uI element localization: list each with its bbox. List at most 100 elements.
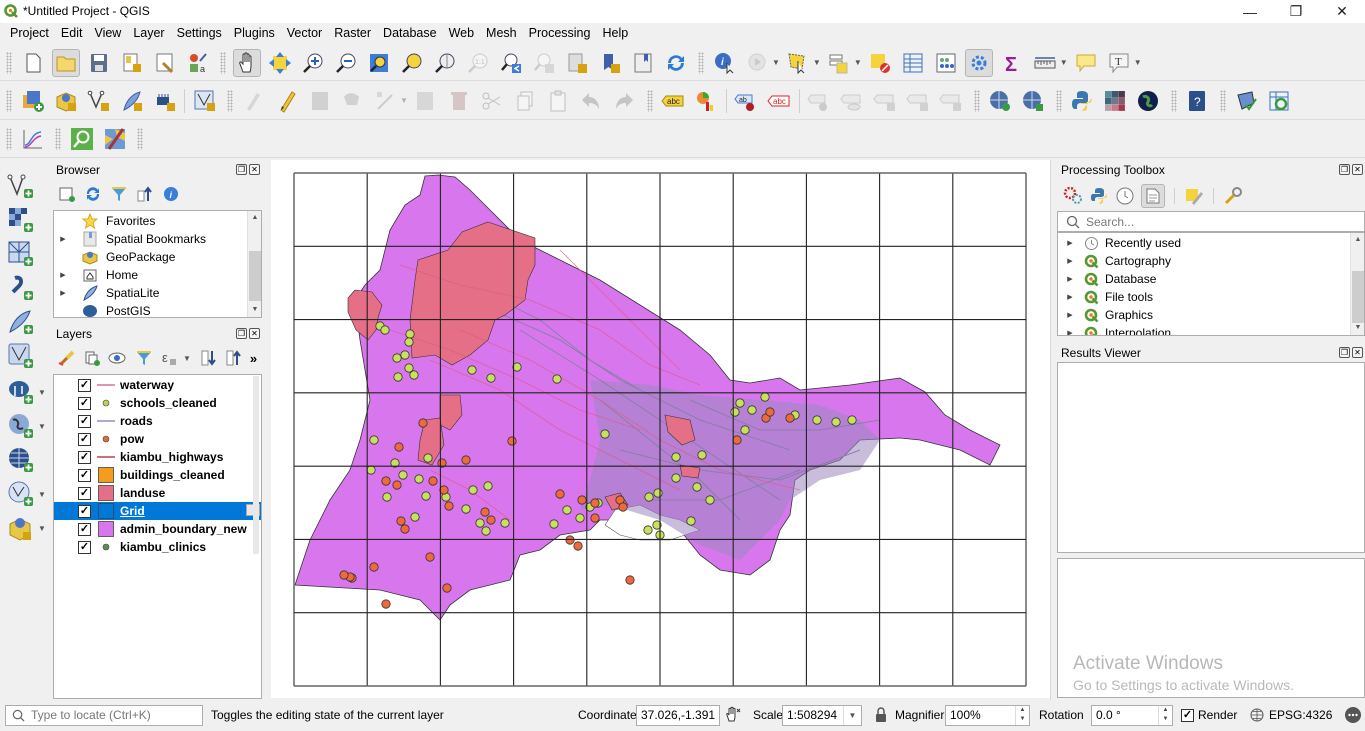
chevron-down-icon[interactable]: ▼ (38, 524, 46, 533)
copy-icon[interactable] (511, 87, 539, 115)
layer-item[interactable]: ✓ roads (54, 412, 261, 430)
add-geonode-layer-icon[interactable] (7, 514, 35, 542)
expand-arrow-icon[interactable]: ▶ (1065, 311, 1075, 319)
menu-processing[interactable]: Processing (523, 26, 597, 40)
toolbar-handle[interactable] (1219, 89, 1226, 112)
expand-arrow-icon[interactable]: ▶ (1065, 329, 1075, 335)
map-swipe-icon[interactable] (101, 125, 129, 153)
current-edits-icon[interactable] (240, 87, 268, 115)
profile-tool-icon[interactable] (19, 125, 47, 153)
save-project-icon[interactable] (85, 49, 113, 77)
add-wfs-icon[interactable] (1019, 87, 1047, 115)
add-wms-wmts-icon[interactable] (7, 412, 35, 440)
expand-all-icon[interactable] (200, 349, 218, 367)
close-panel-icon[interactable]: ✕ (1352, 347, 1363, 358)
table-refresh-icon[interactable] (1265, 87, 1293, 115)
layer-item[interactable]: ✓ pow (54, 430, 261, 448)
crs-button[interactable]: EPSG:4326 (1269, 708, 1332, 722)
modify-attributes-icon[interactable] (412, 87, 440, 115)
toolbar-handle[interactable] (6, 128, 12, 150)
results-viewer-toggle[interactable] (1141, 184, 1165, 208)
zoom-in-icon[interactable] (299, 49, 327, 77)
locator-input[interactable]: Type to locate (Ctrl+K) (5, 705, 203, 726)
map-tips-icon[interactable] (1072, 49, 1100, 77)
processing-provider-item[interactable]: ▶ Graphics (1058, 306, 1153, 324)
float-panel-icon[interactable]: ❐ (236, 164, 247, 175)
expand-arrow-icon[interactable]: ▶ (1065, 257, 1075, 265)
highlight-pin-labels-icon[interactable]: ab (732, 87, 760, 115)
point-symbol-icon[interactable] (97, 539, 115, 555)
layer-item[interactable]: ✓ kiambu_highways (54, 448, 261, 466)
browser-item-favorites[interactable]: Favorites (54, 212, 155, 230)
toolbar-handle[interactable] (698, 51, 704, 74)
crs-globe-icon[interactable] (1250, 708, 1264, 722)
chevron-down-icon[interactable]: ▼ (38, 422, 46, 431)
spin-arrows-icon[interactable]: ▲ ▼ (1158, 706, 1172, 725)
pan-icon[interactable] (232, 48, 261, 77)
paste-icon[interactable] (544, 87, 572, 115)
show-bookmarks-icon[interactable] (629, 49, 657, 77)
undo-icon[interactable] (577, 87, 605, 115)
add-xyz-layer-icon[interactable] (7, 446, 35, 474)
expand-arrow-icon[interactable]: ▶ (1065, 275, 1075, 283)
deselect-icon[interactable] (866, 49, 894, 77)
toggle-editing-icon[interactable] (273, 87, 301, 115)
zoom-native-icon[interactable]: 1:1 (464, 49, 492, 77)
layer-visibility-checkbox[interactable]: ✓ (78, 540, 91, 554)
move-label-icon[interactable] (871, 87, 899, 115)
toolbar-handle[interactable] (220, 51, 226, 74)
measure-icon[interactable] (1031, 49, 1059, 77)
layer-item[interactable]: ✓ Grid (54, 502, 261, 520)
chevron-down-icon[interactable]: ▼ (38, 388, 46, 397)
zoom-to-layer-icon[interactable] (431, 49, 459, 77)
toolbar-handle[interactable] (6, 89, 12, 112)
models-gear-icon[interactable] (1063, 186, 1083, 206)
new-shapefile-icon[interactable] (85, 87, 113, 115)
python-console-icon[interactable] (1068, 87, 1096, 115)
select-features-icon[interactable] (784, 49, 812, 77)
layer-item[interactable]: ✓ kiambu_clinics (54, 538, 261, 556)
zoom-out-icon[interactable] (332, 49, 360, 77)
expand-arrow-icon[interactable]: ▶ (58, 271, 68, 279)
add-postgis-layer-icon[interactable] (7, 378, 35, 406)
processing-provider-item[interactable]: ▶ Interpolation (1058, 324, 1171, 335)
zoom-last-icon[interactable] (497, 49, 525, 77)
layout-manager-icon[interactable] (151, 49, 179, 77)
layer-item[interactable]: ✓ waterway (54, 376, 261, 394)
attribute-table-icon[interactable] (899, 49, 927, 77)
chevron-down-icon[interactable]: ▼ (772, 58, 780, 67)
processing-provider-item[interactable]: ▶ File tools (1058, 288, 1153, 306)
zoom-to-selection-icon[interactable] (398, 49, 426, 77)
toolbar-handle[interactable] (227, 89, 233, 112)
close-panel-icon[interactable]: ✕ (249, 328, 260, 339)
add-raster-layer-icon[interactable] (7, 206, 35, 234)
map-rendering[interactable] (271, 160, 1050, 698)
processing-search-input[interactable]: Search... (1057, 211, 1365, 232)
redo-icon[interactable] (610, 87, 638, 115)
vertex-tool-icon[interactable] (372, 87, 400, 115)
edit-features-in-place-icon[interactable] (1184, 186, 1204, 206)
scrollbar-thumb[interactable] (1352, 271, 1364, 323)
toolbar-handle[interactable] (6, 51, 12, 74)
menu-plugins[interactable]: Plugins (228, 26, 281, 40)
line-symbol-icon[interactable] (97, 413, 115, 429)
render-checkbox[interactable]: ✓ (1181, 709, 1194, 722)
add-virtual-layer-icon[interactable] (7, 342, 35, 370)
rotation-spinbox[interactable]: 0.0 ° ▲ ▼ (1091, 705, 1173, 726)
toolbar-handle[interactable] (55, 128, 61, 150)
menu-edit[interactable]: Edit (55, 26, 89, 40)
layer-visibility-checkbox[interactable]: ✓ (78, 414, 91, 428)
map-canvas[interactable] (271, 160, 1050, 698)
new-map-view-icon[interactable] (563, 49, 591, 77)
browser-item-geopackage[interactable]: GeoPackage (54, 248, 175, 266)
scroll-down-arrow-icon[interactable]: ▼ (1351, 321, 1364, 335)
cut-icon[interactable] (478, 87, 506, 115)
refresh-browser-icon[interactable] (84, 185, 102, 203)
chevron-down-icon[interactable]: ▼ (813, 58, 821, 67)
add-selected-layers-icon[interactable] (58, 185, 76, 203)
text-annotation-icon[interactable]: T (1105, 49, 1133, 77)
processing-provider-item[interactable]: ▶ Database (1058, 270, 1156, 288)
layer-visibility-checkbox[interactable]: ✓ (78, 450, 91, 464)
line-symbol-icon[interactable] (97, 449, 115, 465)
menu-vector[interactable]: Vector (281, 26, 328, 40)
